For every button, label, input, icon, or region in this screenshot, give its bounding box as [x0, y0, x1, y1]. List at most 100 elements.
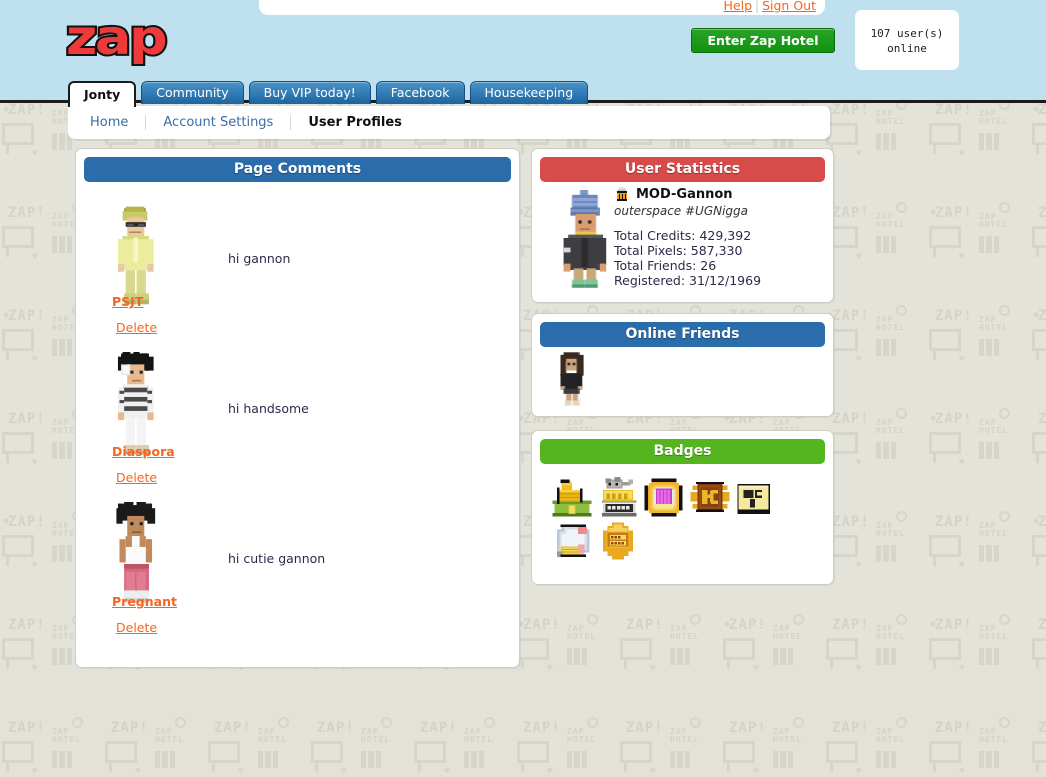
statistics-username: MOD-Gannon: [636, 187, 733, 202]
statistics-motto: outerspace #UGNigga: [614, 204, 749, 218]
thumbs-up-badge[interactable]: [550, 476, 596, 520]
beta-lab-rat-badge[interactable]: [596, 476, 642, 520]
purple-coin-badge[interactable]: [642, 476, 688, 520]
watermark-building-icon: [52, 442, 72, 459]
watermark-zap-text: ZAP!: [832, 205, 870, 221]
help-link[interactable]: Help: [724, 0, 753, 13]
watermark-zap-hotel-text: ZAP HOTEL: [567, 727, 597, 744]
watermark-face-icon: [896, 202, 907, 213]
comment-text: hi gannon: [228, 251, 291, 266]
watermark-speech-bubble: [620, 638, 652, 660]
watermark-zap-text: ZAP!: [935, 205, 973, 221]
watermark-bubble-tail: [624, 763, 627, 772]
watermark-building-icon: [979, 236, 999, 253]
watermark-speech-bubble: [929, 123, 961, 145]
watermark-bubble-tail: [933, 248, 936, 257]
hc-shield-badge[interactable]: [688, 476, 734, 520]
zap-logo-text: zap: [64, 10, 170, 66]
watermark-zap-text: ZAP!: [1038, 205, 1046, 221]
subnav-item-account-settings[interactable]: Account Settings: [163, 115, 273, 130]
watermark-zap-text: ZAP!: [8, 411, 46, 427]
tab-housekeeping[interactable]: Housekeeping: [469, 81, 589, 104]
watermark-heart-icon: ♥: [32, 561, 39, 571]
badges-panel: Badges: [531, 430, 834, 585]
watermark-zap-hotel-text: ZAP HOTEL: [876, 727, 906, 744]
watermark-zap-text: ZAP!: [626, 720, 664, 736]
watermark-speech-bubble: [1032, 432, 1046, 454]
comment-author-link[interactable]: Diaspora: [112, 444, 175, 459]
watermark-heart-icon: ♥: [856, 149, 863, 159]
watermark-zap-text: ZAP!: [8, 308, 46, 324]
watermark-heart-icon: ♥: [856, 767, 863, 777]
comment-author-link[interactable]: Pregnant: [112, 594, 177, 609]
page-comments-list: hi gannon PSJT Delete hi handsome Diaspora De…: [76, 182, 519, 646]
watermark-zap-hotel-text: ZAP HOTEL: [979, 521, 1009, 538]
watermark-zap-hotel-text: ZAP HOTEL: [258, 727, 288, 744]
comment-delete-link[interactable]: Delete: [116, 320, 157, 335]
watermark-zap-text: ZAP!: [832, 308, 870, 324]
online-friends-panel: Online Friends: [531, 313, 834, 417]
watermark-zap-hotel-text: ZAP HOTEL: [52, 727, 82, 744]
watermark-building-icon: [52, 648, 72, 665]
watermark-zap-hotel-text: ZAP HOTEL: [155, 727, 185, 744]
subnav-divider: [290, 115, 292, 130]
watermark-building-icon: [670, 751, 690, 768]
watermark-speech-bubble: [2, 123, 34, 145]
watermark-zap-text: ZAP!: [8, 102, 46, 118]
watermark-heart-icon: ♥: [444, 767, 451, 777]
watermark-heart-icon: ♥: [547, 767, 554, 777]
statistics-total-friends: Total Friends: 26: [614, 258, 717, 273]
watermark-zap-text: ZAP!: [1038, 102, 1046, 118]
watermark-speech-bubble: [517, 638, 549, 660]
watermark-bubble-tail: [6, 248, 9, 257]
badges-title: Badges: [540, 439, 825, 464]
watermark-zap-text: ZAP!: [935, 102, 973, 118]
subnav-item-user-profiles[interactable]: User Profiles: [308, 115, 402, 130]
comment-delete-link[interactable]: Delete: [116, 620, 157, 635]
watermark-zap-text: ZAP!: [729, 617, 767, 633]
subnav-item-home[interactable]: Home: [90, 115, 128, 130]
hc-square-badge[interactable]: [734, 476, 780, 520]
tab-facebook[interactable]: Facebook: [375, 81, 465, 104]
page-comments-panel: Page Comments hi gannon PSJT Delete hi hand…: [75, 148, 520, 668]
tab-community[interactable]: Community: [141, 81, 244, 104]
sign-out-link[interactable]: Sign Out: [762, 0, 816, 13]
watermark-heart-icon: ♥: [753, 767, 760, 777]
watermark-building-icon: [567, 648, 587, 665]
watermark-building-icon: [979, 442, 999, 459]
comment-text: hi handsome: [228, 401, 309, 416]
watermark-zap-hotel-text: ZAP HOTEL: [876, 315, 906, 332]
zap-logo[interactable]: zap: [64, 10, 172, 66]
zap-staff-badge[interactable]: [596, 520, 642, 564]
watermark-speech-bubble: [311, 741, 343, 763]
watermark-building-icon: [876, 442, 896, 459]
enter-zap-hotel-button[interactable]: Enter Zap Hotel: [691, 28, 835, 53]
users-online-box: 107 user(s) online: [855, 10, 959, 70]
watermark-zap-text: ZAP!: [935, 308, 973, 324]
watermark-heart-icon: ♥: [959, 149, 966, 159]
watermark-zap-hotel-text: ZAP HOTEL: [876, 521, 906, 538]
watermark-bubble-tail: [521, 145, 524, 154]
comment-author-link[interactable]: PSJT: [112, 294, 143, 309]
watermark-heart-icon: ♥: [650, 664, 657, 674]
tab-jonty[interactable]: Jonty: [68, 81, 137, 107]
subnav-divider: [145, 115, 147, 130]
watermark-heart-icon: ♥: [32, 767, 39, 777]
comment-delete-link[interactable]: Delete: [116, 470, 157, 485]
watermark-speech-bubble: [1032, 741, 1046, 763]
watermark-zap-text: ZAP!: [523, 720, 561, 736]
watermark-speech-bubble: [929, 535, 961, 557]
online-friend-avatar[interactable]: [554, 351, 594, 409]
online-friends-list: [532, 347, 833, 409]
pencil-disc-badge[interactable]: [550, 520, 596, 564]
watermark-speech-bubble: [1032, 535, 1046, 557]
watermark-heart-icon: ♥: [650, 767, 657, 777]
tab-buy-vip-today[interactable]: Buy VIP today!: [248, 81, 371, 104]
watermark-building-icon: [670, 648, 690, 665]
watermark-speech-bubble: [1032, 226, 1046, 248]
watermark-building-icon: [52, 751, 72, 768]
watermark-heart-icon: ♥: [959, 252, 966, 262]
watermark-face-icon: [999, 511, 1010, 522]
watermark-bubble-tail: [521, 248, 524, 257]
watermark-face-icon: [999, 717, 1010, 728]
